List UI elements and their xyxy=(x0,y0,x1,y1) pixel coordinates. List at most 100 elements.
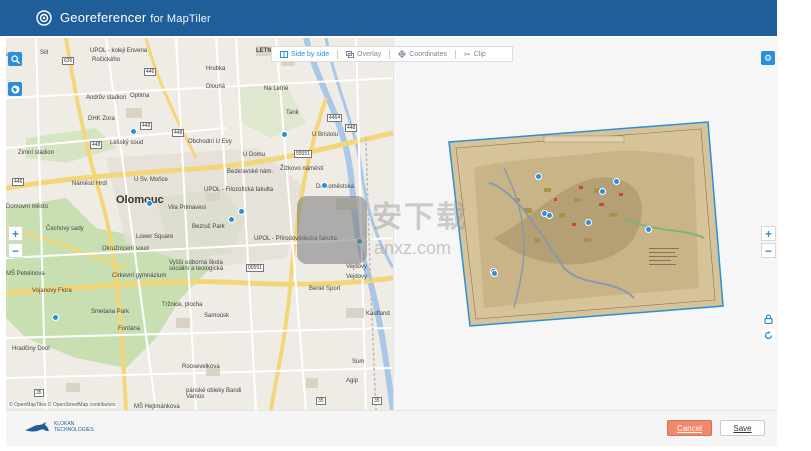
control-point[interactable] xyxy=(146,200,153,207)
overlay-icon xyxy=(346,50,355,58)
road-number: 635 xyxy=(62,57,75,65)
zoom-in-button-right[interactable]: + xyxy=(761,226,776,241)
map-label: Ročického xyxy=(92,57,121,63)
rotate-button[interactable] xyxy=(762,329,775,342)
map-label: UPOL - koleji Envena xyxy=(90,48,148,54)
app-suffix: for MapTiler xyxy=(150,13,211,25)
save-button[interactable]: Save xyxy=(720,420,765,436)
map-label: Hradčiny Dool xyxy=(12,346,50,352)
map-label: Dlouhá xyxy=(206,84,226,90)
map-label: Lower Square xyxy=(136,234,174,240)
zoom-out-button[interactable]: − xyxy=(8,243,23,258)
app-name: Georeferencer xyxy=(60,10,147,25)
map-label: Tank xyxy=(286,110,299,116)
map-label: U Bristolu xyxy=(312,132,339,138)
control-point[interactable] xyxy=(321,182,328,189)
road-number: 00551 xyxy=(246,264,264,272)
map-label: Obchodní U Evy xyxy=(188,139,232,145)
map-label: Vejdovy xyxy=(346,264,368,270)
map-label: Roosevelkova xyxy=(182,364,220,370)
right-gutter xyxy=(777,0,811,451)
lock-icon xyxy=(764,313,773,324)
control-point[interactable] xyxy=(130,128,137,135)
road-number: 4464 xyxy=(327,114,343,122)
city-label: Olomouc xyxy=(116,194,164,206)
map-label: LETN xyxy=(256,48,272,54)
coordinates-icon xyxy=(398,50,407,58)
map-label: Fontána xyxy=(118,326,141,332)
tab-coordinates[interactable]: Coordinates xyxy=(390,47,455,61)
app-header: Georeferencer for MapTiler xyxy=(0,0,777,36)
map-label: Okružnicení soud xyxy=(102,246,149,252)
control-point[interactable] xyxy=(228,216,235,223)
klokan-brand: KLOKAN TECHNOLOGIES xyxy=(24,421,94,433)
map-label: Bezruč Park xyxy=(192,224,225,230)
settings-button[interactable]: ⚙ xyxy=(761,51,775,65)
tab-overlay[interactable]: Overlay xyxy=(338,47,389,61)
map-label: pánské obleky Bandi Vamos xyxy=(186,388,242,400)
control-point[interactable] xyxy=(585,219,592,226)
globe-icon xyxy=(11,85,19,93)
brand-text: KLOKAN TECHNOLOGIES xyxy=(54,421,94,433)
control-point[interactable] xyxy=(599,188,606,195)
control-point[interactable] xyxy=(52,314,59,321)
road-number: 35 xyxy=(372,397,382,405)
map-label: Benel Sport xyxy=(309,286,341,292)
control-point[interactable] xyxy=(535,173,542,180)
cancel-button[interactable]: Cancel xyxy=(667,420,712,436)
maptiler-logo-icon xyxy=(36,10,52,26)
map-label: U Domu xyxy=(243,152,266,158)
side-by-side-icon xyxy=(280,50,288,58)
map-label: Hrubka xyxy=(206,66,226,72)
control-point[interactable] xyxy=(546,212,553,219)
tab-label: Overlay xyxy=(357,50,382,58)
road-number: 448 xyxy=(140,122,153,130)
road-number: 446 xyxy=(144,68,157,76)
map-label: UPOL - Filozofická fakulta xyxy=(204,187,274,193)
map-label: Náměstí Hrdi xyxy=(72,181,108,187)
map-label: Na Letné xyxy=(264,86,289,92)
map-label: Bezkravské nám. xyxy=(227,169,274,175)
road-number: 35 xyxy=(34,389,44,397)
map-label: DHK Zora xyxy=(88,116,115,122)
watermark-shield xyxy=(297,196,367,264)
globe-button[interactable] xyxy=(8,82,22,96)
footer-bar: KLOKAN TECHNOLOGIES xyxy=(6,410,777,446)
search-button[interactable] xyxy=(8,52,22,66)
lock-button[interactable] xyxy=(762,312,775,325)
map-label: Domovní město xyxy=(6,204,49,210)
control-point[interactable] xyxy=(613,178,620,185)
app-title: Georeferencer for MapTiler xyxy=(60,10,211,25)
map-label: U Sv. Moŕice xyxy=(134,177,168,183)
control-point[interactable] xyxy=(238,208,245,215)
road-number: 448 xyxy=(90,141,103,149)
tab-label: Clip xyxy=(473,50,486,58)
map-attribution[interactable]: © OpenMapTiles © OpenStreetMap contribut… xyxy=(8,402,117,408)
view-mode-toolbar: Side by side Overlay Coordinates ✂ Clip xyxy=(271,46,513,62)
control-point[interactable] xyxy=(645,226,652,233)
control-point[interactable] xyxy=(491,270,498,277)
map-label: Vila Primavesi xyxy=(168,205,206,211)
scissors-icon: ✂ xyxy=(464,49,471,59)
tab-clip[interactable]: ✂ Clip xyxy=(456,47,494,61)
map-label: Kaufland xyxy=(366,311,390,317)
map-label: Tržnice, plocha xyxy=(162,302,203,308)
zoom-out-button-right[interactable]: − xyxy=(761,243,776,258)
map-label: Lešský soud xyxy=(110,140,144,146)
road-number: 55551 xyxy=(294,150,312,158)
map-label: Sum xyxy=(352,359,365,365)
search-icon xyxy=(10,54,20,64)
map-label: Optima xyxy=(130,93,150,99)
map-label: Samoúsk xyxy=(204,313,230,319)
gear-icon: ⚙ xyxy=(763,52,773,63)
control-point[interactable] xyxy=(281,131,288,138)
kangaroo-logo-icon xyxy=(25,422,49,432)
map-label: Andrův stadion xyxy=(86,95,127,101)
map-label: MŠ Petelinova xyxy=(6,271,45,277)
map-label: Smetana Park xyxy=(91,309,130,315)
road-number: 448 xyxy=(172,129,185,137)
watermark-text: 安下载 xyxy=(372,201,468,234)
tab-side-by-side[interactable]: Side by side xyxy=(272,47,337,61)
zoom-in-button[interactable]: + xyxy=(8,226,23,241)
map-label: Vejdovy xyxy=(346,274,368,280)
